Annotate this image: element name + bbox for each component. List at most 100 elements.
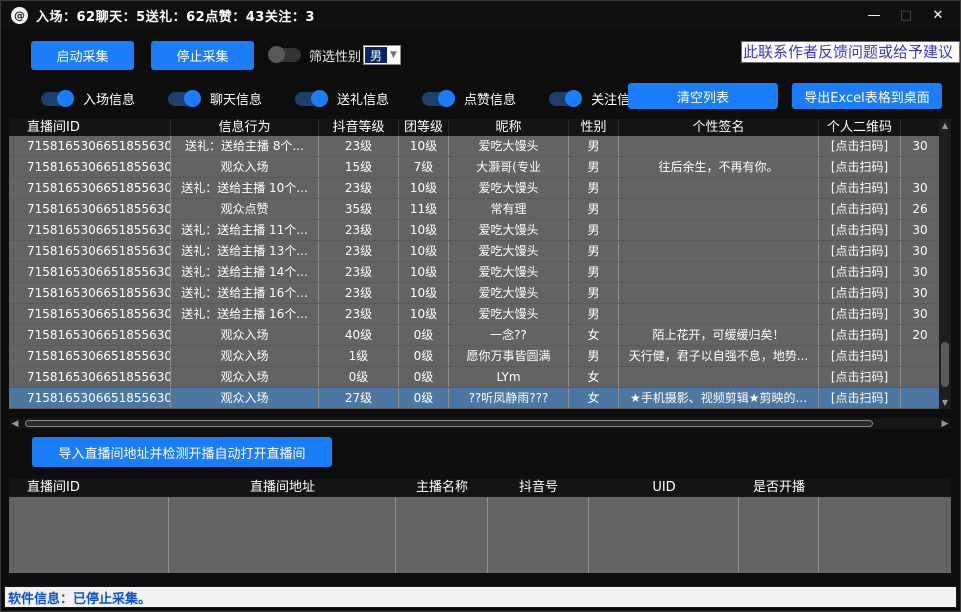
table-cell: 10级 [399,262,449,282]
info-toggle[interactable] [422,92,454,106]
table-row[interactable]: 7158165306651855630观众入场15级7级大灏哥(专业男往后余生，… [9,157,939,178]
qr-scan-link[interactable]: [点击扫码] [819,346,901,366]
gender-select[interactable]: 男 ▼ [363,45,401,65]
table-row[interactable]: 7158165306651855630观众入场0级0级LYm女[点击扫码] [9,367,939,388]
table-cell: 男 [569,262,619,282]
scroll-down-icon[interactable]: ▼ [942,396,948,409]
table-cell: 男 [569,283,619,303]
table-cell: 往后余生，不再有你。 [619,157,819,177]
vertical-scroll-track[interactable] [939,132,951,396]
qr-scan-link[interactable]: [点击扫码] [819,304,901,324]
qr-scan-link[interactable]: [点击扫码] [819,283,901,303]
scroll-up-icon[interactable]: ▲ [942,119,948,132]
horizontal-scrollbar[interactable]: ◀ ▶ [9,418,951,429]
gender-filter-toggle[interactable] [269,48,301,62]
column-header: 性别 [569,119,619,136]
qr-scan-link[interactable]: [点击扫码] [819,178,901,198]
import-rooms-button[interactable]: 导入直播间地址并检测开播自动打开直播间 [32,437,332,467]
room-column-header: 是否开播 [739,479,819,497]
horizontal-scroll-track[interactable] [21,419,939,428]
toggle-knob [565,90,582,107]
info-toggle[interactable] [295,92,327,106]
table-cell: ★手机摄影、视频剪辑★剪映的... [619,388,819,408]
maximize-button[interactable]: □ [890,1,922,29]
table-cell: 观众入场 [171,346,319,366]
table-cell: 7158165306651855630 [9,325,171,345]
toggle-label: 点赞信息 [464,89,516,108]
table-cell: 27级 [319,388,399,408]
table-cell: 男 [569,220,619,240]
table-cell: 常有理 [449,199,569,219]
qr-scan-link[interactable]: [点击扫码] [819,136,901,156]
qr-scan-link[interactable]: [点击扫码] [819,262,901,282]
column-header [901,119,939,136]
scroll-left-icon[interactable]: ◀ [9,419,21,429]
table-row[interactable]: 7158165306651855630送礼：送给主播 10个...23级10级爱… [9,178,939,199]
qr-scan-link[interactable]: [点击扫码] [819,220,901,240]
qr-scan-link[interactable]: [点击扫码] [819,157,901,177]
table-cell: 23级 [319,136,399,156]
start-collect-button[interactable]: 启动采集 [31,41,134,70]
table-cell: 7158165306651855630 [9,304,171,324]
minimize-button[interactable]: — [858,1,890,29]
table-cell: 送礼：送给主播 16个... [171,283,319,303]
table-row[interactable]: 7158165306651855630观众入场1级0级愿你万事皆圆满男天行健，君… [9,346,939,367]
table-cell: 女 [569,325,619,345]
table-row[interactable]: 7158165306651855630送礼：送给主播 16个...23级10级爱… [9,283,939,304]
table-cell: ??听凤静雨??? [449,388,569,408]
table-row[interactable]: 7158165306651855630送礼：送给主播 14个...23级10级爱… [9,262,939,283]
table-cell: 23级 [319,283,399,303]
room-column-header [819,479,951,497]
qr-scan-link[interactable]: [点击扫码] [819,325,901,345]
table-row[interactable]: 7158165306651855630观众入场27级0级??听凤静雨???女★手… [9,388,939,409]
table-cell: 男 [569,178,619,198]
qr-scan-link[interactable]: [点击扫码] [819,199,901,219]
table-row[interactable]: 7158165306651855630送礼：送给主播 11个...23级10级爱… [9,220,939,241]
column-header: 信息行为 [171,119,319,136]
export-excel-button[interactable]: 导出Excel表格到桌面 [792,83,942,109]
table-cell: 20 [901,325,939,345]
stop-collect-button[interactable]: 停止采集 [151,41,254,70]
room-table-column [589,497,739,573]
contact-author-marquee[interactable]: 点此联系作者反馈问题或给予建议 [741,41,960,63]
clear-list-button[interactable]: 清空列表 [628,83,778,109]
room-table-column [169,497,396,573]
qr-scan-link[interactable]: [点击扫码] [819,367,901,387]
scroll-right-icon[interactable]: ▶ [939,419,951,429]
table-cell: 男 [569,241,619,261]
table-cell: 送礼：送给主播 11个... [171,220,319,240]
info-toggle[interactable] [549,92,581,106]
table-cell: 观众入场 [171,325,319,345]
room-column-header: 直播间地址 [169,479,396,497]
vertical-scrollbar[interactable]: ▲ ▼ [939,119,951,409]
table-row[interactable]: 7158165306651855630送礼：送给主播 16个...23级10级爱… [9,304,939,325]
table-cell: 15级 [319,157,399,177]
table-row[interactable]: 7158165306651855630观众点赞35级11级常有理男[点击扫码]2… [9,199,939,220]
horizontal-scroll-thumb[interactable] [25,420,873,427]
filter-toggle-group: 点赞信息 [422,89,516,108]
info-toggle[interactable] [41,92,73,106]
table-row[interactable]: 7158165306651855630送礼：送给主播 8个...23级10级爱吃… [9,136,939,157]
status-bar: 软件信息：已停止采集。 [4,586,957,608]
qr-scan-link[interactable]: [点击扫码] [819,388,901,408]
table-cell: 0级 [399,325,449,345]
table-cell: 30 [901,304,939,324]
table-cell: 10级 [399,241,449,261]
room-table-column [488,497,589,573]
table-row[interactable]: 7158165306651855630送礼：送给主播 13个...23级10级爱… [9,241,939,262]
status-text: 软件信息：已停止采集。 [5,588,151,607]
table-row[interactable]: 7158165306651855630观众入场40级0级一念??女陌上花开，可缓… [9,325,939,346]
filter-toggle-group: 聊天信息 [168,89,262,108]
close-button[interactable]: ✕ [922,1,954,29]
table-cell: 送礼：送给主播 14个... [171,262,319,282]
qr-scan-link[interactable]: [点击扫码] [819,241,901,261]
table-cell: 送礼：送给主播 8个... [171,136,319,156]
table-cell: 送礼：送给主播 16个... [171,304,319,324]
table-cell: 30 [901,136,939,156]
table-cell: 送礼：送给主播 13个... [171,241,319,261]
info-toggle[interactable] [168,92,200,106]
table-cell: 7158165306651855630 [9,241,171,261]
vertical-scroll-thumb[interactable] [941,342,949,387]
table-cell: 男 [569,136,619,156]
table-cell: 7158165306651855630 [9,367,171,387]
